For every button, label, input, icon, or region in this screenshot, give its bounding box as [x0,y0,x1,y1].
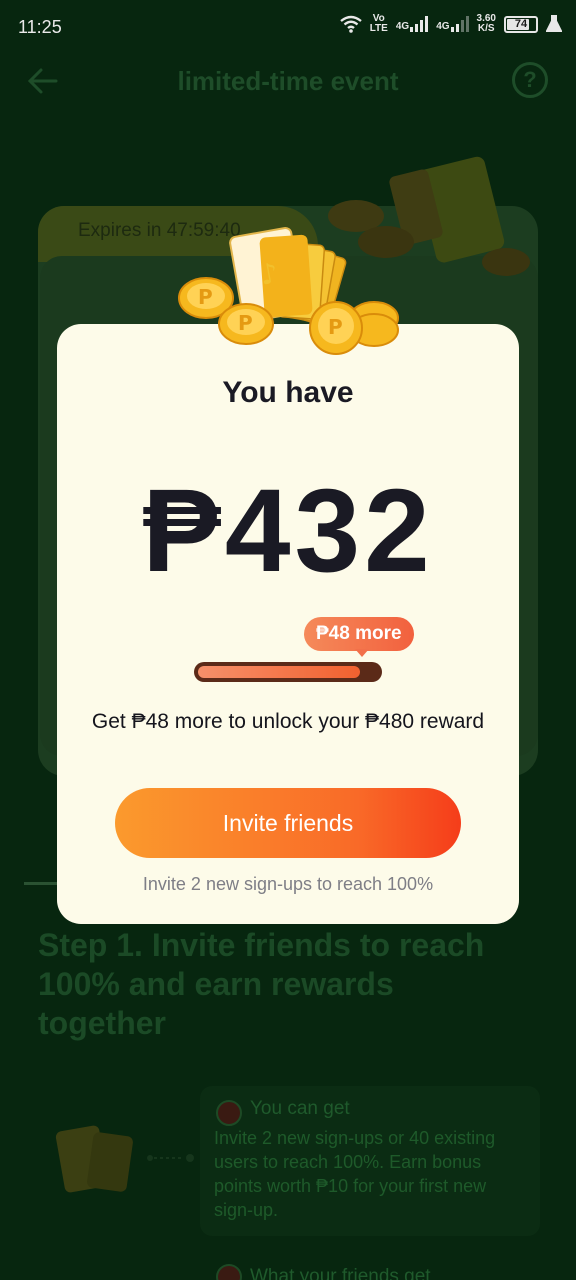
page-header: limited-time event ? [0,56,576,106]
balance-amount: ₱432 [142,465,434,597]
speed-unit: K/S [477,23,495,34]
invite-hint: Invite 2 new sign-ups to reach 100% [142,874,434,894]
reward-modal: You have ₱432 ₱48 more Get ₱48 more to u… [57,324,519,924]
badge-pointer [355,649,369,657]
invite-friends-button[interactable]: Invite friends [115,788,461,858]
network-type-2: 4G [436,21,450,32]
remaining-badge: ₱48 more [304,617,414,651]
emoji-icon [216,1100,242,1126]
signal-bars-1-icon [410,16,429,32]
network-type-1: 4G [395,21,410,32]
coins-ticket-icon: ♪ P P P [178,227,399,355]
svg-text:P: P [198,285,213,309]
status-bar: 11:25 Vo LTE 4G 4G 3.60 K/S 74 [0,0,576,56]
wifi-icon [339,15,362,33]
progress-bar [194,662,382,682]
volte-bottom: LTE [369,23,388,34]
status-time: 11:25 [18,17,62,37]
unlock-message: Get ₱48 more to unlock your ₱480 reward [91,710,485,733]
connector-dots-icon [147,1154,194,1162]
modal-title: You have [222,376,354,409]
battery-level: 74 [514,18,528,30]
flask-icon [546,15,562,32]
friends-row: What your friends get [40,1256,530,1280]
help-icon[interactable]: ? [512,62,548,98]
step-title: Step 1. Invite friends to reach 100% and… [38,927,485,1041]
svg-text:P: P [238,311,253,335]
signal-1: 4G [395,16,429,32]
battery-icon: 74 [504,15,538,33]
reward-row: You can get Invite 2 new sign-ups or 40 … [40,1086,540,1236]
you-can-get-label: You can get [250,1098,350,1119]
volte-indicator: Vo LTE [370,14,388,34]
friends-get-label: What your friends get [250,1266,431,1280]
emoji-icon-2 [216,1264,242,1280]
progress-fill [198,666,360,678]
svg-text:P: P [328,315,343,339]
page-title: limited-time event [177,66,399,96]
signal-2: 4G [436,16,469,32]
network-speed: 3.60 K/S [477,14,496,34]
signal-bars-2-icon [450,16,469,32]
status-icons: Vo LTE 4G 4G 3.60 K/S 74 [339,14,562,34]
you-can-get-description: Invite 2 new sign-ups or 40 existing use… [214,1128,496,1220]
reward-ticket-icon [55,1125,133,1193]
